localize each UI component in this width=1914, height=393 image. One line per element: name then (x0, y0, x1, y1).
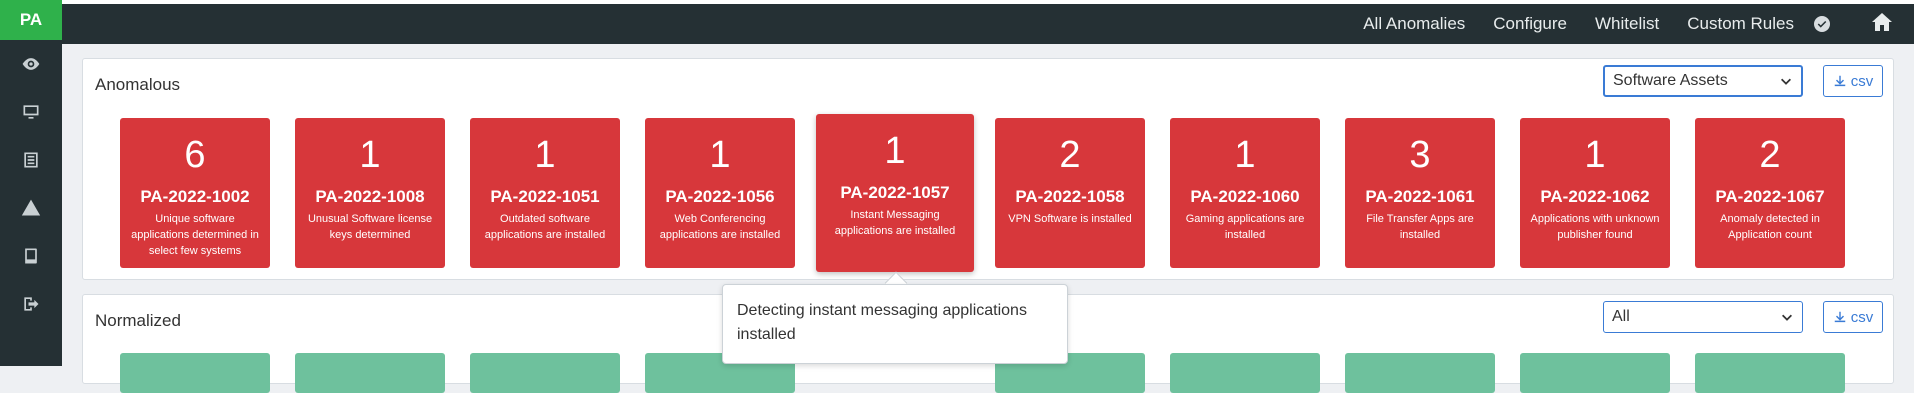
card-desc: Instant Messaging applications are insta… (834, 209, 956, 237)
logout-icon[interactable] (0, 280, 62, 328)
eye-icon[interactable] (0, 40, 62, 88)
card-id: PA-2022-1058 (1015, 187, 1125, 206)
card-id: PA-2022-1002 (140, 187, 250, 206)
card-count: 6 (184, 134, 206, 176)
normalized-card[interactable] (1170, 353, 1320, 393)
normalized-filter-select[interactable]: All (1603, 301, 1803, 333)
card-count: 1 (709, 134, 731, 176)
card-desc: Unusual Software license keys determined (307, 213, 433, 241)
card-desc: Web Conferencing applications are instal… (659, 213, 781, 241)
logo[interactable]: PA (0, 0, 62, 40)
normalized-card[interactable] (120, 353, 270, 393)
anomaly-card[interactable]: 3 PA-2022-1061 File Transfer Apps are in… (1345, 118, 1495, 268)
csv-download-button[interactable]: csv (1823, 65, 1883, 97)
nav-all-anomalies[interactable]: All Anomalies (1363, 14, 1465, 34)
download-icon (1834, 75, 1845, 87)
card-id: PA-2022-1051 (490, 187, 600, 206)
anomaly-card[interactable]: 1 PA-2022-1008 Unusual Software license … (295, 118, 445, 268)
chevron-down-icon (1781, 78, 1791, 85)
card-count: 2 (1059, 134, 1081, 176)
card-desc: Unique software applications determined … (131, 213, 259, 257)
panel-title: Anomalous (95, 75, 181, 94)
card-desc: Gaming applications are installed (1185, 213, 1305, 241)
anomaly-card[interactable]: 2 PA-2022-1067 Anomaly detected in Appli… (1695, 118, 1845, 268)
csv-label: csv (1850, 308, 1874, 326)
card-count: 1 (884, 130, 906, 172)
card-id: PA-2022-1067 (1715, 187, 1825, 206)
card-desc: Outdated software applications are insta… (484, 213, 606, 241)
nav-custom-rules[interactable]: Custom Rules (1687, 14, 1794, 34)
normalized-card[interactable] (1345, 353, 1495, 393)
card-count: 1 (359, 134, 381, 176)
card-id: PA-2022-1062 (1540, 187, 1650, 206)
top-nav: All Anomalies Configure Whitelist Custom… (62, 0, 1914, 44)
card-id: PA-2022-1060 (1190, 187, 1300, 206)
card-id: PA-2022-1056 (665, 187, 775, 206)
card-count: 1 (1584, 134, 1606, 176)
normalized-card[interactable] (295, 353, 445, 393)
card-id: PA-2022-1057 (840, 183, 950, 202)
nav-configure[interactable]: Configure (1493, 14, 1567, 34)
panel-title: Normalized (95, 311, 181, 330)
card-id: PA-2022-1061 (1365, 187, 1475, 206)
card-desc: VPN Software is installed (1008, 213, 1132, 225)
asset-type-select[interactable]: Software Assets (1603, 65, 1803, 97)
card-count: 3 (1409, 134, 1431, 176)
card-id: PA-2022-1008 (315, 187, 425, 206)
nav-whitelist[interactable]: Whitelist (1595, 14, 1659, 34)
anomaly-card[interactable]: 6 PA-2022-1002 Unique software applicati… (120, 118, 270, 268)
book-icon[interactable] (0, 232, 62, 280)
list-icon[interactable] (0, 136, 62, 184)
anomaly-card-active[interactable]: 1 PA-2022-1057 Instant Messaging applica… (816, 114, 974, 272)
check-circle-icon[interactable] (1814, 16, 1830, 32)
chevron-down-icon (1782, 314, 1792, 321)
home-icon[interactable] (1870, 10, 1894, 39)
normalized-card[interactable] (470, 353, 620, 393)
normalized-card[interactable] (1520, 353, 1670, 393)
anomaly-card[interactable]: 1 PA-2022-1051 Outdated software applica… (470, 118, 620, 268)
card-desc: Anomaly detected in Application count (1720, 213, 1820, 241)
select-value: All (1612, 308, 1630, 325)
normalized-card[interactable] (1695, 353, 1845, 393)
card-count: 1 (534, 134, 556, 176)
anomaly-card[interactable]: 2 PA-2022-1058 VPN Software is installed (995, 118, 1145, 268)
select-value: Software Assets (1613, 72, 1728, 89)
monitor-icon[interactable] (0, 88, 62, 136)
card-desc: File Transfer Apps are installed (1366, 213, 1474, 241)
csv-download-button[interactable]: csv (1823, 301, 1883, 333)
anomaly-card[interactable]: 1 PA-2022-1056 Web Conferencing applicat… (645, 118, 795, 268)
sidebar: PA (0, 0, 62, 366)
anomalous-panel: Anomalous Software Assets csv 6 PA-2022-… (82, 58, 1894, 280)
warning-icon[interactable] (0, 184, 62, 232)
tooltip: Detecting instant messaging applications… (722, 284, 1068, 364)
card-count: 2 (1759, 134, 1781, 176)
card-desc: Applications with unknown publisher foun… (1530, 213, 1660, 241)
anomaly-card[interactable]: 1 PA-2022-1060 Gaming applications are i… (1170, 118, 1320, 268)
card-count: 1 (1234, 134, 1256, 176)
download-icon (1834, 311, 1845, 323)
anomaly-card[interactable]: 1 PA-2022-1062 Applications with unknown… (1520, 118, 1670, 268)
csv-label: csv (1850, 72, 1874, 90)
